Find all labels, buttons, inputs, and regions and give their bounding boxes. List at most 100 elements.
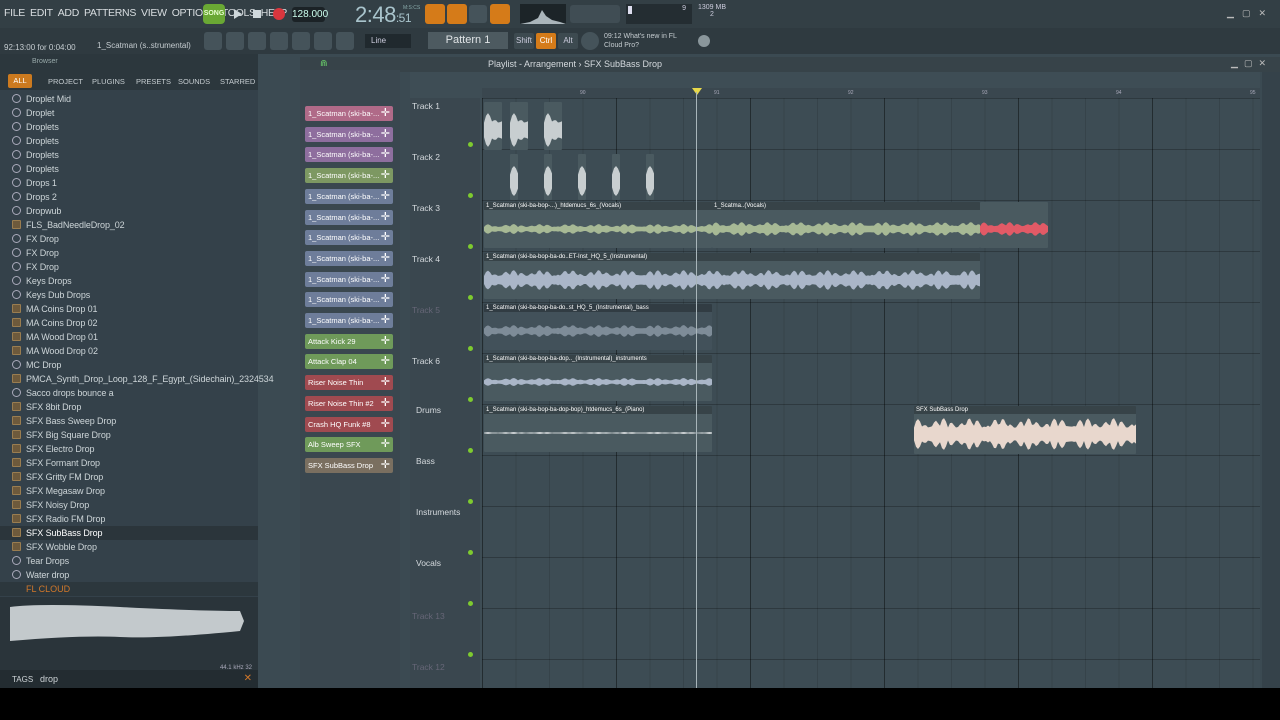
tempo-display[interactable]: 128.000 (292, 7, 328, 22)
browser-tab-plugins[interactable]: PLUGINS (92, 77, 125, 86)
plugin-icon[interactable] (314, 32, 332, 50)
audio-clip[interactable] (544, 154, 552, 200)
track-enable-icon[interactable] (468, 499, 473, 504)
browser-item[interactable]: Droplet Mid (0, 92, 258, 106)
browser-tab-presets[interactable]: PRESETS (136, 77, 171, 86)
browser-item[interactable]: MA Coins Drop 02 (0, 316, 258, 330)
browser-item[interactable]: SFX SubBass Drop (0, 526, 258, 540)
channel-button[interactable]: SFX SubBass Drop ✛ (305, 457, 393, 473)
track-name[interactable]: Track 6 (412, 356, 440, 366)
playhead[interactable] (696, 92, 697, 688)
menu-item-view[interactable]: VIEW (141, 7, 167, 19)
track-enable-icon[interactable] (468, 550, 473, 555)
channel-button[interactable]: 1_Scatman (ski-ba-... ✛ (305, 292, 393, 308)
track-enable-icon[interactable] (468, 601, 473, 606)
master-volume-icon[interactable] (570, 5, 620, 23)
add-to-playlist-icon[interactable]: ✛ (381, 334, 390, 349)
add-to-playlist-icon[interactable]: ✛ (381, 147, 390, 162)
track-name[interactable]: Track 5 (412, 305, 440, 315)
channel-button[interactable]: 1_Scatman (ski-ba-... ✛ (305, 126, 393, 142)
browser-toggle-icon[interactable] (292, 32, 310, 50)
browser-item[interactable]: SFX Electro Drop (0, 442, 258, 456)
wait-icon[interactable] (469, 5, 487, 23)
alt-key-button[interactable]: Alt (558, 33, 578, 49)
audio-clip[interactable]: 1_Scatma..(Vocals) (712, 202, 980, 248)
add-to-playlist-icon[interactable]: ✛ (381, 230, 390, 245)
sample-preview[interactable]: 44.1 kHz 32 (0, 597, 258, 673)
audio-clip[interactable] (544, 102, 562, 150)
track-name[interactable]: Vocals (416, 558, 441, 568)
browser-tab-project[interactable]: PROJECT (48, 77, 83, 86)
audio-clip[interactable] (510, 102, 528, 150)
audio-clip[interactable]: 1_Scatman (ski-ba-bop-...)_htdemucs_6s_(… (484, 202, 712, 248)
track-enable-icon[interactable] (468, 244, 473, 249)
add-to-playlist-icon[interactable]: ✛ (381, 354, 390, 369)
browser-item[interactable]: SFX Gritty FM Drop (0, 470, 258, 484)
menu-item-patterns[interactable]: PATTERNS (84, 7, 136, 19)
browser-item[interactable]: Drops 1 (0, 176, 258, 190)
fl-cloud-header[interactable]: FL CLOUD (0, 582, 258, 596)
microphone-icon[interactable] (336, 32, 354, 50)
channel-button[interactable]: 1_Scatman (ski-ba-... ✛ (305, 230, 393, 246)
audio-clip[interactable]: 1_Scatman (ski-ba-bop-ba-do..st_HQ_5_(In… (484, 304, 712, 350)
play-button[interactable] (228, 5, 246, 23)
vertical-scrollbar[interactable] (1262, 72, 1280, 688)
browser-item[interactable]: FX Drop (0, 246, 258, 260)
audio-clip[interactable] (510, 154, 518, 200)
browser-item[interactable]: MA Wood Drop 01 (0, 330, 258, 344)
browser-item[interactable]: SFX 8bit Drop (0, 400, 258, 414)
channel-button[interactable]: 1_Scatman (ski-ba-... ✛ (305, 209, 393, 225)
add-to-playlist-icon[interactable]: ✛ (381, 168, 390, 183)
track-enable-icon[interactable] (468, 142, 473, 147)
browser-tab-starred[interactable]: STARRED (220, 77, 255, 86)
menu-item-edit[interactable]: EDIT (30, 7, 53, 19)
audio-clip[interactable]: 1_Scatman (ski-ba-bop-ba-dop-bop)_htdemu… (484, 406, 712, 452)
add-to-playlist-icon[interactable]: ✛ (381, 106, 390, 121)
browser-tab-all[interactable]: ALL (8, 74, 32, 88)
piano-roll-icon[interactable] (248, 32, 266, 50)
track-name[interactable]: Track 13 (412, 611, 445, 621)
track-name[interactable]: Drums (416, 405, 441, 415)
browser-item[interactable]: FX Drop (0, 232, 258, 246)
browser-item[interactable]: FX Drop (0, 260, 258, 274)
timeline-ruler[interactable]: 90 91 92 93 94 95 (482, 88, 1260, 98)
track-name[interactable]: Track 3 (412, 203, 440, 213)
channel-button[interactable]: 1_Scatman (ski-ba-... ✛ (305, 106, 393, 121)
audio-clip[interactable]: SFX SubBass Drop (914, 406, 1136, 454)
record-button[interactable] (270, 5, 288, 23)
channel-rack-icon[interactable] (226, 32, 244, 50)
add-to-playlist-icon[interactable]: ✛ (381, 458, 390, 473)
track-name[interactable]: Track 1 (412, 101, 440, 111)
browser-item[interactable]: SFX Bass Sweep Drop (0, 414, 258, 428)
track-enable-icon[interactable] (468, 448, 473, 453)
browser-item[interactable]: SFX Big Square Drop (0, 428, 258, 442)
stop-button[interactable] (248, 5, 266, 23)
audio-clip[interactable] (578, 154, 586, 200)
channel-button[interactable]: Riser Noise Thin ✛ (305, 375, 393, 391)
browser-item[interactable]: Droplets (0, 134, 258, 148)
browser-item[interactable]: Droplet (0, 106, 258, 120)
channel-button[interactable]: Attack Clap 04 ✛ (305, 354, 393, 370)
browser-item[interactable]: Keys Drops (0, 274, 258, 288)
browser-item[interactable]: SFX Radio FM Drop (0, 512, 258, 526)
browser-search-input[interactable]: drop (40, 674, 58, 684)
audio-clip[interactable] (980, 202, 1048, 248)
metronome-icon[interactable] (490, 4, 510, 24)
browser-item[interactable]: Dropwub (0, 204, 258, 218)
add-to-playlist-icon[interactable]: ✛ (381, 292, 390, 307)
channel-button[interactable]: 1_Scatman (ski-ba-... ✛ (305, 147, 393, 163)
playlist-window-controls[interactable]: ▁▢✕ (1231, 58, 1272, 69)
browser-item[interactable]: Keys Dub Drops (0, 288, 258, 302)
playlist-grid[interactable]: 1_Scatman (ski-ba-bop-...)_htdemucs_6s_(… (482, 98, 1260, 688)
browser-item[interactable]: FLS_BadNeedleDrop_02 (0, 218, 258, 232)
pattern-song-icon[interactable] (425, 4, 445, 24)
track-name[interactable]: Bass (416, 456, 435, 466)
news-icon[interactable] (581, 32, 599, 50)
channel-button[interactable]: Alb Sweep SFX ✛ (305, 437, 393, 453)
browser-item[interactable]: Droplets (0, 162, 258, 176)
clear-search-icon[interactable]: ✕ (244, 673, 252, 684)
browser-item[interactable]: Sacco drops bounce a (0, 386, 258, 400)
channel-button[interactable]: 1_Scatman (ski-ba-... ✛ (305, 250, 393, 266)
track-name[interactable]: Track 12 (412, 662, 445, 672)
channel-button[interactable]: Attack Kick 29 ✛ (305, 333, 393, 349)
